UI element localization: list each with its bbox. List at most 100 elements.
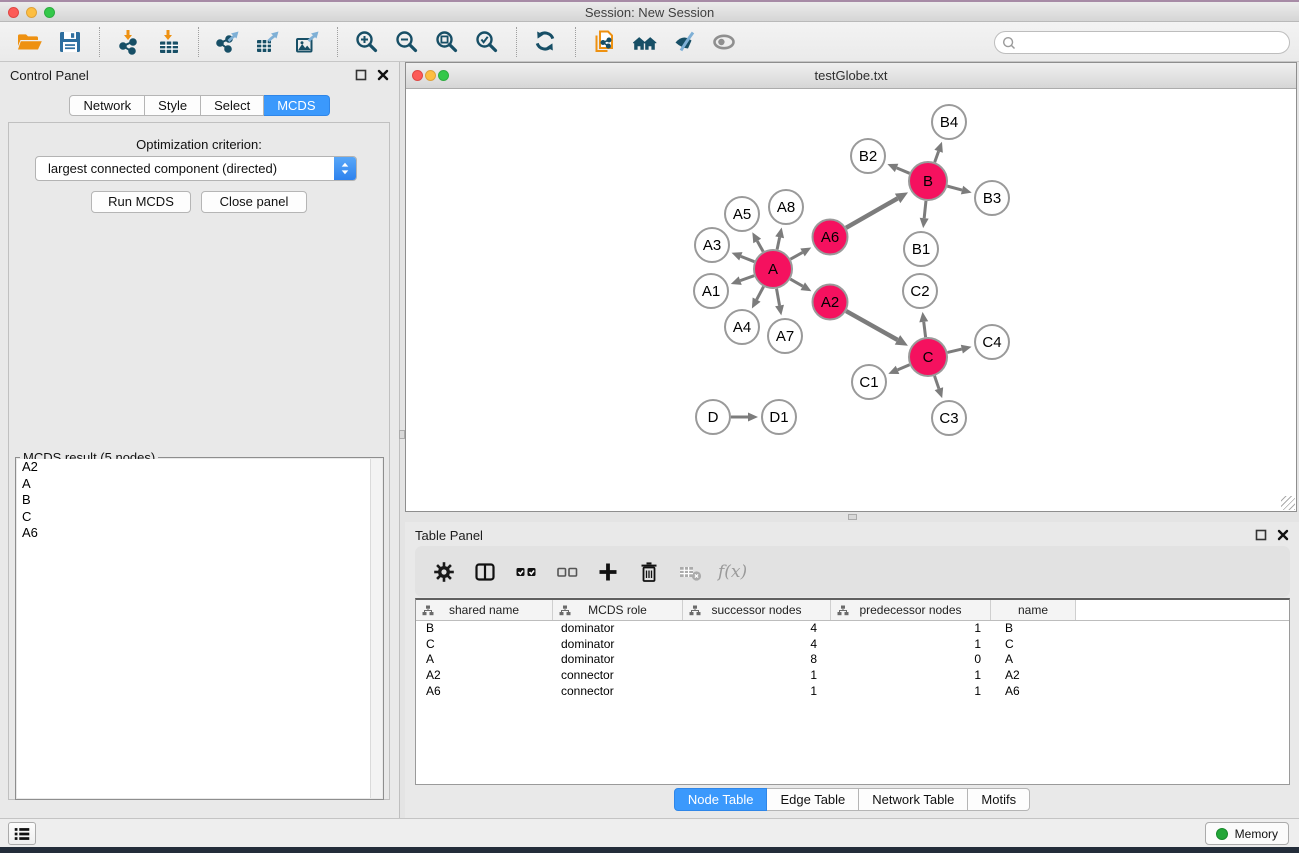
node-B4[interactable]: B4 — [932, 105, 966, 139]
node-A8[interactable]: A8 — [769, 190, 803, 224]
zoom-out-button[interactable] — [387, 25, 427, 59]
tab-edge-table[interactable]: Edge Table — [767, 788, 859, 811]
close-panel-icon[interactable] — [377, 69, 389, 81]
table-settings-button[interactable] — [431, 559, 457, 585]
node-A2[interactable]: A2 — [813, 285, 848, 320]
table-row-C[interactable]: Cdominator41C — [416, 637, 1289, 653]
close-panel-icon[interactable] — [1277, 529, 1289, 541]
tab-style[interactable]: Style — [145, 95, 201, 116]
column-header-successor-nodes[interactable]: successor nodes — [683, 600, 831, 620]
node-A1[interactable]: A1 — [694, 274, 728, 308]
import-table-button[interactable] — [149, 25, 189, 59]
node-C4[interactable]: C4 — [975, 325, 1009, 359]
zoom-fit-button[interactable] — [427, 25, 467, 59]
edge-C-C2 — [924, 322, 926, 337]
tab-network-table[interactable]: Network Table — [859, 788, 968, 811]
tab-motifs[interactable]: Motifs — [968, 788, 1030, 811]
export-image-button[interactable] — [288, 25, 328, 59]
cell-name: C — [991, 637, 1076, 653]
cell-predecessor-nodes: 1 — [831, 621, 991, 637]
float-panel-icon[interactable] — [355, 69, 367, 81]
svg-text:C: C — [923, 349, 934, 366]
close-panel-button[interactable]: Close panel — [201, 191, 307, 213]
float-panel-icon[interactable] — [1255, 529, 1267, 541]
import-network-button[interactable] — [109, 25, 149, 59]
svg-text:A6: A6 — [821, 229, 839, 246]
result-item-A[interactable]: A — [17, 476, 382, 493]
node-D[interactable]: D — [696, 400, 730, 434]
open-session-button[interactable] — [10, 25, 50, 59]
zoom-in-button[interactable] — [347, 25, 387, 59]
node-A4[interactable]: A4 — [725, 310, 759, 344]
save-session-button[interactable] — [50, 25, 90, 59]
node-B[interactable]: B — [909, 162, 947, 200]
table-row-A6[interactable]: A6connector11A6 — [416, 684, 1289, 700]
tab-select[interactable]: Select — [201, 95, 264, 116]
node-C2[interactable]: C2 — [903, 274, 937, 308]
result-scrollbar[interactable] — [370, 459, 382, 798]
node-A7[interactable]: A7 — [768, 319, 802, 353]
home-icon — [632, 29, 658, 55]
node-B3[interactable]: B3 — [975, 181, 1009, 215]
graphics-details-off-button[interactable] — [665, 25, 705, 59]
node-C1[interactable]: C1 — [852, 365, 886, 399]
toolbar-divider — [575, 27, 576, 57]
export-table-button[interactable] — [248, 25, 288, 59]
column-header-predecessor-nodes[interactable]: predecessor nodes — [831, 600, 991, 620]
network-canvas[interactable]: A B C A2 A6 A1 A3 A4 A5 A7 A8 B1 B2 B3 B4 C1 C2 C3 C4 D D1 — [406, 89, 1296, 511]
refresh-layout-button[interactable] — [526, 25, 566, 59]
delete-table-button — [677, 559, 703, 585]
node-A[interactable]: A — [754, 250, 792, 288]
horizontal-split-divider[interactable] — [400, 512, 1299, 522]
tab-mcds[interactable]: MCDS — [264, 95, 329, 116]
mcds-result-list[interactable]: A2ABCA6 — [17, 459, 382, 798]
graphics-details-on-button[interactable] — [705, 25, 745, 59]
divider-grip[interactable] — [848, 514, 857, 520]
result-item-A6[interactable]: A6 — [17, 525, 382, 542]
home-button[interactable] — [625, 25, 665, 59]
tab-network[interactable]: Network — [69, 95, 145, 116]
status-bar: Memory — [0, 818, 1299, 847]
column-layout-button[interactable] — [472, 559, 498, 585]
node-D1[interactable]: D1 — [762, 400, 796, 434]
node-B2[interactable]: B2 — [851, 139, 885, 173]
node-table: shared nameMCDS rolesuccessor nodesprede… — [415, 598, 1290, 785]
column-header-shared-name[interactable]: shared name — [416, 600, 553, 620]
network-document-button[interactable] — [585, 25, 625, 59]
result-item-B[interactable]: B — [17, 492, 382, 509]
export-network-button[interactable] — [208, 25, 248, 59]
table-row-A[interactable]: Adominator80A — [416, 652, 1289, 668]
window-resize-grip[interactable] — [1281, 496, 1295, 510]
result-item-A2[interactable]: A2 — [17, 459, 382, 476]
node-A3[interactable]: A3 — [695, 228, 729, 262]
zoom-selected-button[interactable] — [467, 25, 507, 59]
node-C3[interactable]: C3 — [932, 401, 966, 435]
vertical-split-grip[interactable] — [399, 430, 405, 439]
add-column-button[interactable] — [595, 559, 621, 585]
column-header-MCDS-role[interactable]: MCDS role — [553, 600, 683, 620]
node-C[interactable]: C — [909, 338, 947, 376]
select-all-checkboxes-button[interactable] — [513, 559, 539, 585]
table-row-A2[interactable]: A2connector11A2 — [416, 668, 1289, 684]
open-session-icon — [17, 29, 43, 55]
edge-A-A5 — [757, 241, 763, 252]
criterion-dropdown[interactable]: largest connected component (directed) — [35, 156, 357, 181]
node-A5[interactable]: A5 — [725, 197, 759, 231]
task-history-button[interactable] — [8, 822, 36, 845]
tab-node-table[interactable]: Node Table — [674, 788, 768, 811]
table-panel-header: Table Panel — [405, 522, 1299, 548]
table-row-B[interactable]: Bdominator41B — [416, 621, 1289, 637]
memory-button[interactable]: Memory — [1205, 822, 1289, 845]
node-A6[interactable]: A6 — [813, 220, 848, 255]
task-list-icon — [12, 824, 32, 844]
svg-text:B: B — [923, 173, 933, 190]
desktop-background-strip — [0, 847, 1299, 853]
column-header-name[interactable]: name — [991, 600, 1076, 620]
svg-text:C3: C3 — [939, 410, 958, 427]
result-item-C[interactable]: C — [17, 509, 382, 526]
clear-all-checkboxes-button[interactable] — [554, 559, 580, 585]
node-B1[interactable]: B1 — [904, 232, 938, 266]
delete-column-button[interactable] — [636, 559, 662, 585]
run-mcds-button[interactable]: Run MCDS — [91, 191, 191, 213]
search-input[interactable] — [1021, 33, 1281, 52]
